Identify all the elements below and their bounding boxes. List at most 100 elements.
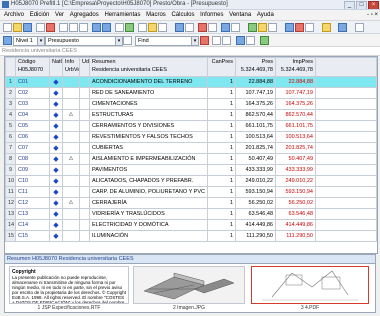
table-row[interactable]: 8 C08 ◆ ⚠ AISLAMIENTO E IMPERMEABILIZACIÓN 1 5… bbox=[5, 153, 377, 165]
cell-code[interactable]: C09 bbox=[15, 164, 50, 176]
ok-icon[interactable] bbox=[248, 23, 257, 32]
cell-pres[interactable]: 414.449,86 bbox=[235, 219, 276, 231]
pdf-icon[interactable] bbox=[295, 23, 304, 32]
cell-code[interactable]: C06 bbox=[15, 131, 50, 143]
cell-pres[interactable]: 56.250,02 bbox=[235, 197, 276, 209]
sort-icon[interactable] bbox=[231, 23, 240, 32]
cell-pres[interactable]: 661.101,75 bbox=[235, 120, 276, 132]
cell-nat-icon[interactable]: ◆ bbox=[49, 153, 63, 165]
maximize-button[interactable]: □ bbox=[356, 1, 367, 9]
col-header-resumen[interactable]: Resumen Residencia universitaria CEES bbox=[89, 57, 208, 77]
cell-info-icon[interactable] bbox=[62, 142, 80, 154]
cell-pres[interactable]: 63.546,48 bbox=[235, 208, 276, 220]
cell-nat-icon[interactable]: ◆ bbox=[49, 131, 63, 143]
cell-imppres[interactable]: 862.570,44 bbox=[275, 109, 316, 121]
prev-icon[interactable] bbox=[212, 36, 221, 45]
table-row[interactable]: 3 C03 ◆ CIMENTACIONES 1 164.375,26 164.375,26 bbox=[5, 98, 377, 110]
cell-resumen[interactable]: AISLAMIENTO E IMPERMEABILIZACIÓN bbox=[89, 153, 208, 165]
cell-imppres[interactable]: 414.449,86 bbox=[275, 219, 316, 231]
row-number[interactable]: 8 bbox=[5, 153, 16, 165]
row-number[interactable]: 7 bbox=[5, 142, 16, 154]
cell-canpres[interactable]: 1 bbox=[207, 186, 236, 198]
menu-archivo[interactable]: Archivo bbox=[4, 12, 24, 18]
cell-ud[interactable] bbox=[79, 98, 90, 110]
row-number[interactable]: 4 bbox=[5, 109, 16, 121]
chart-icon[interactable] bbox=[185, 23, 194, 32]
cell-imppres[interactable]: 56.250,02 bbox=[275, 197, 316, 209]
cell-imppres[interactable]: 661.101,75 bbox=[275, 120, 316, 132]
collapse-icon[interactable] bbox=[246, 36, 255, 45]
cell-ud[interactable] bbox=[79, 131, 90, 143]
cell-resumen[interactable]: RED DE SANEAMIENTO bbox=[89, 87, 208, 99]
cell-ud[interactable] bbox=[79, 87, 90, 99]
new-icon[interactable] bbox=[3, 23, 12, 32]
col-header-info[interactable]: Info UrbVeF bbox=[62, 57, 80, 77]
menu-informes[interactable]: Informes bbox=[200, 12, 223, 18]
help-icon[interactable] bbox=[305, 23, 314, 32]
menu-edicion[interactable]: Edición bbox=[30, 12, 50, 18]
cell-pres[interactable]: 593.150,94 bbox=[235, 186, 276, 198]
cell-canpres[interactable]: 1 bbox=[207, 197, 236, 209]
cell-code[interactable]: C05 bbox=[15, 120, 50, 132]
export-icon[interactable] bbox=[285, 23, 294, 32]
find-select[interactable]: Find ▾ bbox=[135, 36, 199, 46]
menu-ver[interactable]: Ver bbox=[55, 12, 64, 18]
row-number[interactable]: 1 bbox=[5, 76, 16, 88]
cell-code[interactable]: C03 bbox=[15, 98, 50, 110]
cell-pres[interactable]: 50.407,49 bbox=[235, 153, 276, 165]
cell-ud[interactable] bbox=[79, 120, 90, 132]
cell-resumen[interactable]: ILUMINACIÓN bbox=[89, 230, 208, 242]
cell-info-icon[interactable]: ⚠ bbox=[62, 153, 80, 165]
mdi-controls[interactable]: - ▫ × bbox=[367, 10, 378, 20]
document-rtf[interactable]: Copyright La presente publicación no pue… bbox=[9, 266, 129, 312]
cell-info-icon[interactable] bbox=[62, 98, 80, 110]
cell-canpres[interactable]: 1 bbox=[207, 175, 236, 187]
cell-nat-icon[interactable]: ◆ bbox=[49, 230, 63, 242]
cell-ud[interactable] bbox=[79, 142, 90, 154]
levels-icon[interactable] bbox=[3, 36, 12, 45]
cell-nat-icon[interactable]: ◆ bbox=[49, 98, 63, 110]
calc-icon[interactable] bbox=[125, 23, 134, 32]
table-row[interactable]: 11 C11 ◆ CARP. DE ALUMINIO, POLIURETANO Y P… bbox=[5, 186, 377, 198]
cell-resumen[interactable]: CERRAJERÍA bbox=[89, 197, 208, 209]
cell-nat-icon[interactable]: ◆ bbox=[49, 219, 63, 231]
level-select[interactable]: Nivel 1 ▾ bbox=[13, 36, 45, 46]
cell-info-icon[interactable] bbox=[62, 175, 80, 187]
cell-resumen[interactable]: VIDRIERÍA Y TRASLÚCIDOS bbox=[89, 208, 208, 220]
folder-icon[interactable] bbox=[148, 23, 157, 32]
cell-info-icon[interactable] bbox=[62, 186, 80, 198]
cell-nat-icon[interactable]: ◆ bbox=[49, 87, 63, 99]
document-pdf[interactable]: 3 4.PDF bbox=[251, 266, 369, 312]
open-icon[interactable] bbox=[13, 23, 22, 32]
table-row[interactable]: 7 C07 ◆ CUBIERTAS 1 201.825,74 201.825,74 bbox=[5, 142, 377, 154]
col-header-imppres[interactable]: ImpPres 5.324.469,78 bbox=[275, 57, 316, 77]
cell-code[interactable]: C13 bbox=[15, 208, 50, 220]
cell-code[interactable]: C07 bbox=[15, 142, 50, 154]
cell-nat-icon[interactable]: ◆ bbox=[49, 175, 63, 187]
table-row[interactable]: 2 C02 ◆ RED DE SANEAMIENTO 1 107.747,19 107.74… bbox=[5, 87, 377, 99]
window-icon[interactable] bbox=[138, 23, 147, 32]
cell-canpres[interactable]: 1 bbox=[207, 153, 236, 165]
cell-canpres[interactable]: 1 bbox=[207, 131, 236, 143]
cell-imppres[interactable]: 593.150,94 bbox=[275, 186, 316, 198]
menu-calculos[interactable]: Cálculos bbox=[171, 12, 194, 18]
cell-canpres[interactable]: 1 bbox=[207, 76, 236, 88]
cell-nat-icon[interactable]: ◆ bbox=[49, 164, 63, 176]
cell-ud[interactable] bbox=[79, 197, 90, 209]
refresh-icon[interactable] bbox=[260, 36, 269, 45]
cell-ud[interactable] bbox=[79, 153, 90, 165]
cell-info-icon[interactable] bbox=[62, 164, 80, 176]
table-row[interactable]: 4 C04 ◆ ⚠ ESTRUCTURAS 1 862.570,44 862.570,44 bbox=[5, 109, 377, 121]
row-number[interactable]: 14 bbox=[5, 219, 16, 231]
cell-resumen[interactable]: CIMENTACIONES bbox=[89, 98, 208, 110]
row-number[interactable]: 11 bbox=[5, 186, 16, 198]
cell-canpres[interactable]: 1 bbox=[207, 208, 236, 220]
cell-nat-icon[interactable]: ◆ bbox=[49, 142, 63, 154]
cell-ud[interactable] bbox=[79, 175, 90, 187]
cell-canpres[interactable]: 1 bbox=[207, 87, 236, 99]
cell-nat-icon[interactable]: ◆ bbox=[49, 186, 63, 198]
paste-icon[interactable] bbox=[79, 23, 88, 32]
cell-canpres[interactable]: 1 bbox=[207, 219, 236, 231]
cell-nat-icon[interactable]: ◆ bbox=[49, 197, 63, 209]
col-header-code[interactable]: Código H05J8070 bbox=[15, 57, 50, 77]
